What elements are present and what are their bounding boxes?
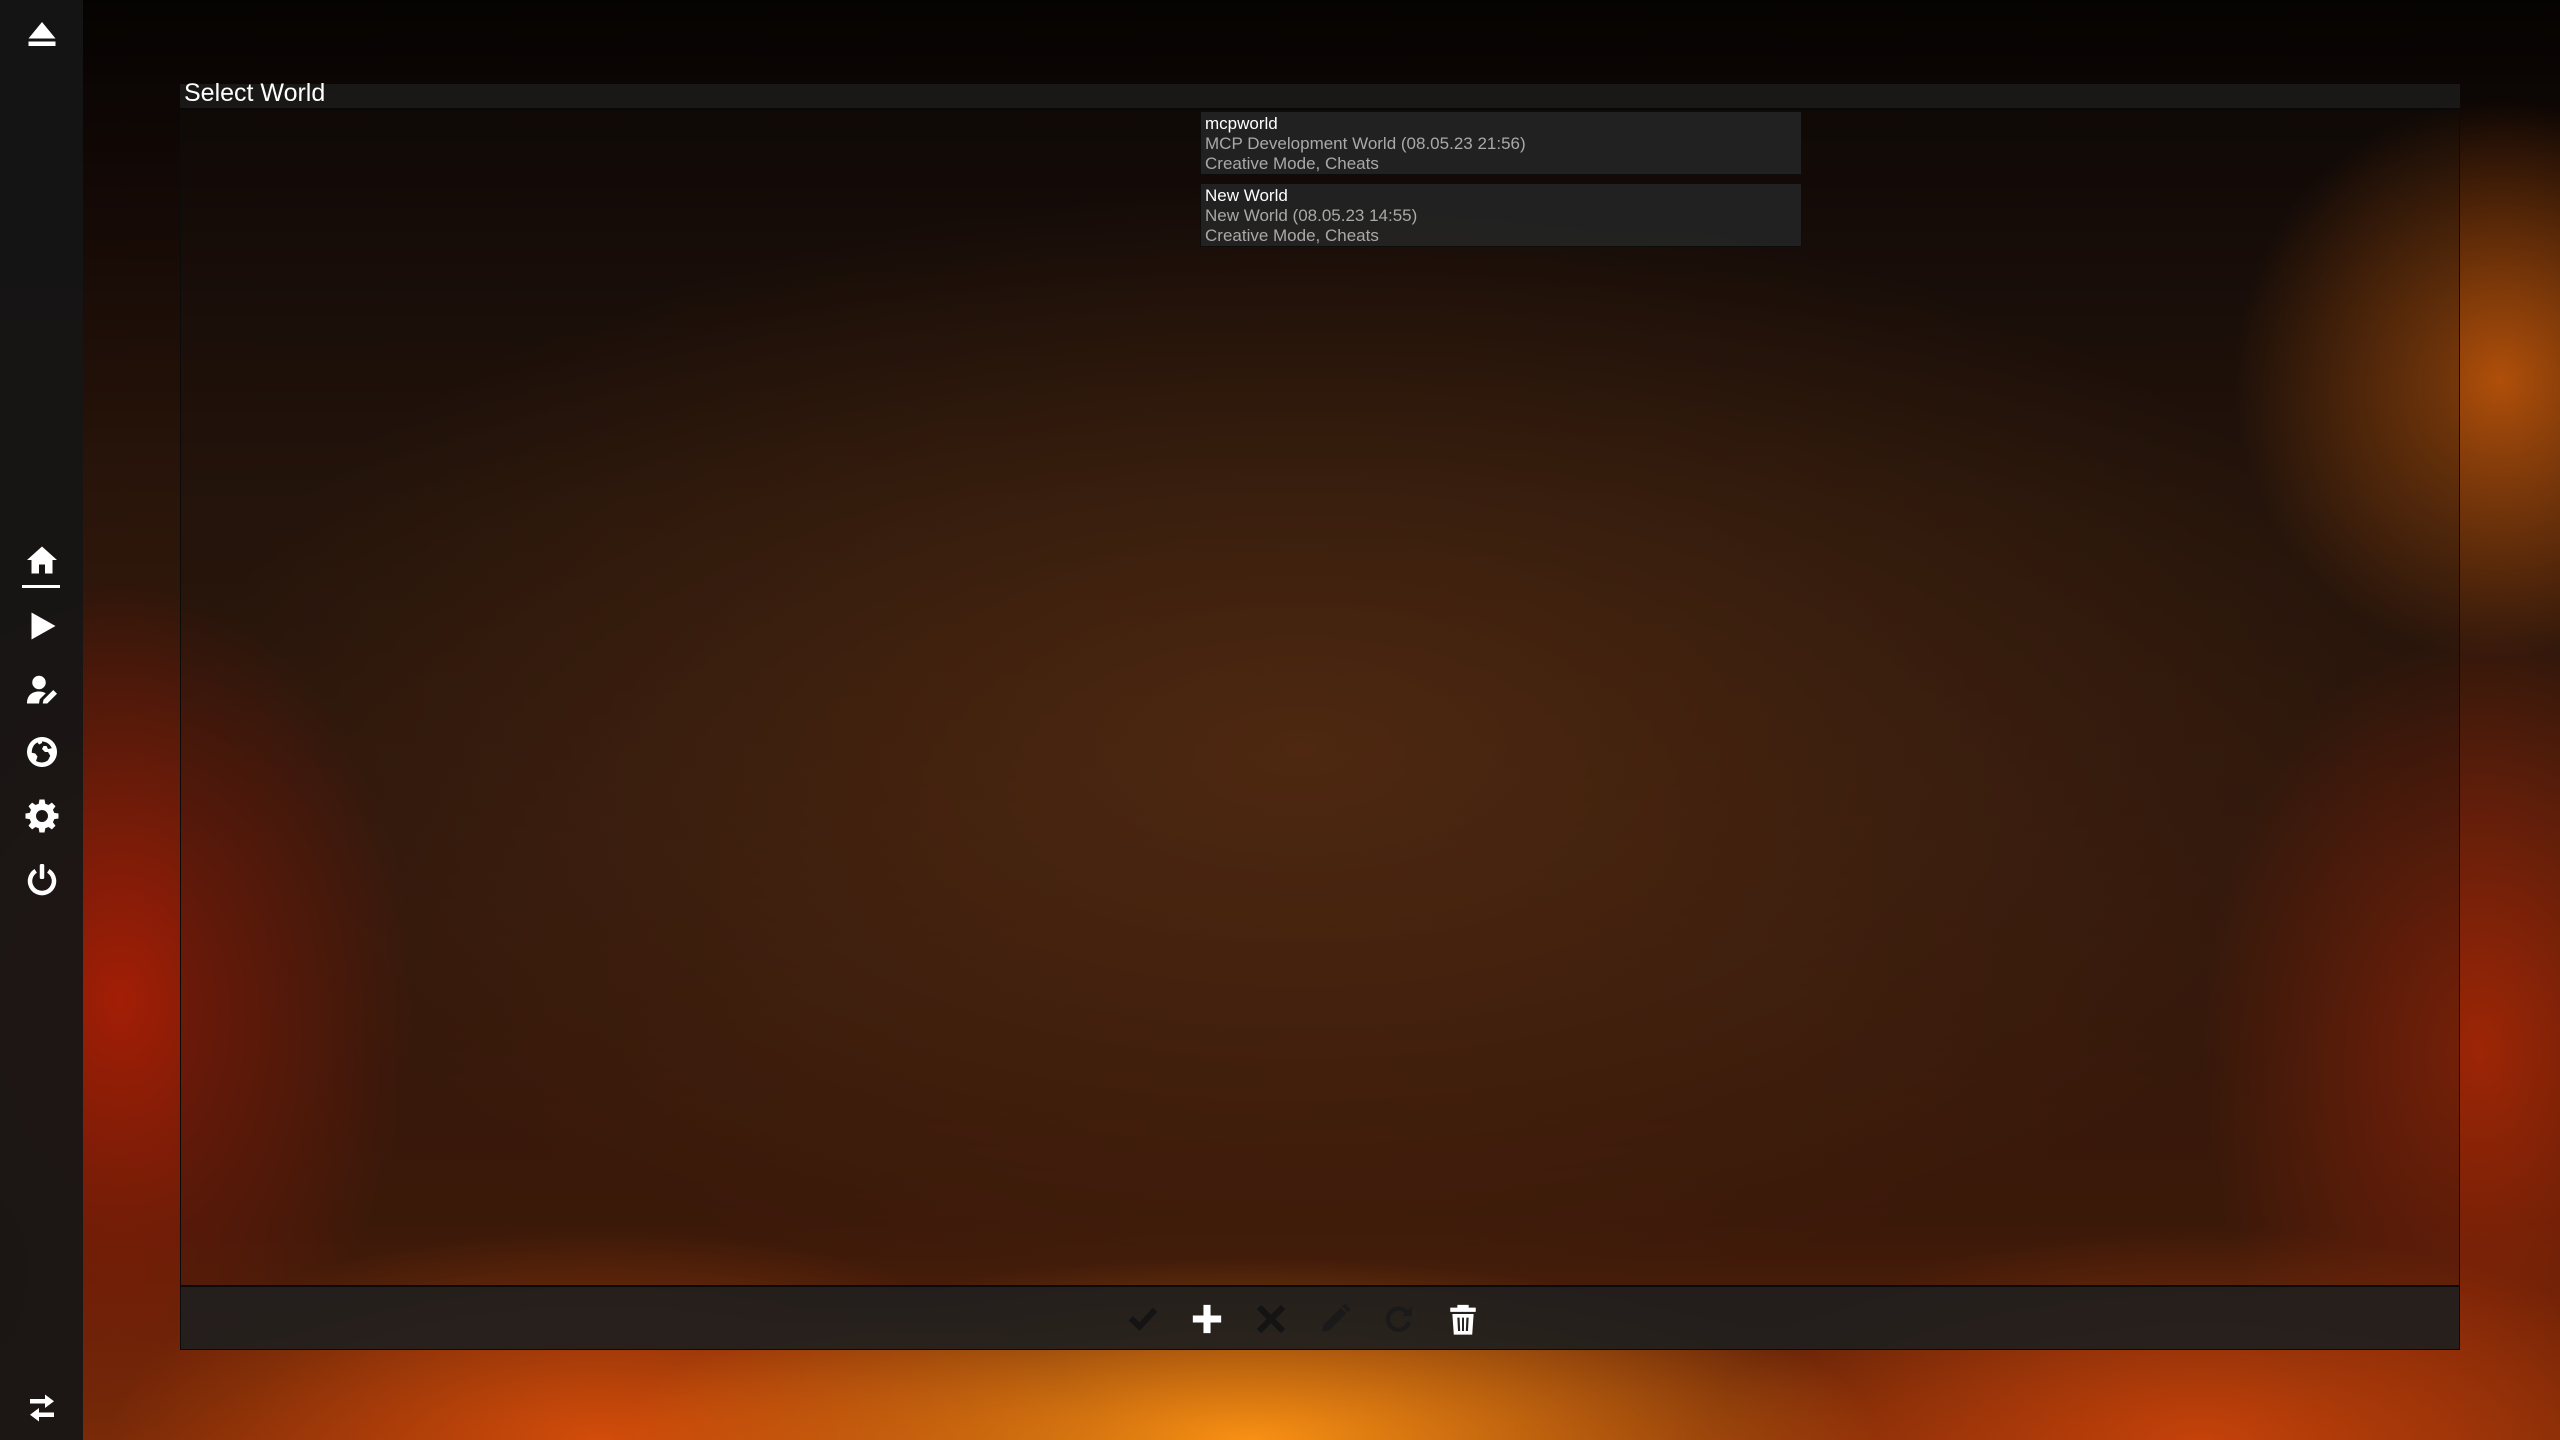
user-edit-icon [26, 675, 57, 704]
home-icon [26, 546, 57, 574]
eject-button[interactable] [0, 6, 83, 62]
refresh-icon [1385, 1306, 1412, 1332]
page-title: Select World [184, 79, 326, 107]
active-indicator [22, 585, 60, 588]
recreate-world-button[interactable] [1379, 1299, 1419, 1339]
title-bar [180, 84, 2460, 108]
eject-icon [28, 22, 55, 46]
delete-world-button[interactable] [1443, 1299, 1483, 1339]
world-detail: New World (08.05.23 14:55) [1205, 206, 1418, 225]
world-list-panel[interactable]: mcpworld MCP Development World (08.05.23… [180, 110, 2460, 1286]
world-mode: Creative Mode, Cheats [1205, 226, 1379, 245]
sidebar-item-profile[interactable] [0, 662, 83, 718]
play-icon [31, 612, 55, 640]
plus-icon [1192, 1304, 1222, 1334]
sidebar-item-multiplayer[interactable] [0, 724, 83, 780]
world-list-item[interactable]: mcpworld MCP Development World (08.05.23… [1200, 111, 1802, 175]
check-icon [1128, 1307, 1158, 1332]
play-selected-world-button[interactable] [1123, 1299, 1163, 1339]
sidebar-item-play[interactable] [0, 598, 83, 654]
gear-icon [25, 799, 58, 833]
pencil-icon [1322, 1303, 1351, 1332]
world-detail: MCP Development World (08.05.23 21:56) [1205, 134, 1526, 153]
sidebar-item-home[interactable] [0, 532, 83, 588]
world-list-item[interactable]: New World New World (08.05.23 14:55) Cre… [1200, 183, 1802, 247]
sidebar [0, 0, 83, 1440]
world-mode: Creative Mode, Cheats [1205, 154, 1379, 173]
edit-world-button[interactable] [1315, 1299, 1355, 1339]
world-name: New World [1205, 186, 1288, 205]
sidebar-item-settings[interactable] [0, 788, 83, 844]
cancel-button[interactable] [1251, 1299, 1291, 1339]
power-icon [27, 864, 56, 896]
globe-icon [26, 737, 57, 767]
close-icon [1256, 1304, 1286, 1334]
swap-arrows-icon [29, 1394, 54, 1422]
sidebar-item-switch[interactable] [0, 1380, 83, 1436]
create-world-button[interactable] [1187, 1299, 1227, 1339]
world-actions-toolbar [180, 1286, 2460, 1350]
trash-icon [1450, 1304, 1476, 1335]
sidebar-item-quit[interactable] [0, 851, 83, 907]
world-name: mcpworld [1205, 114, 1278, 133]
